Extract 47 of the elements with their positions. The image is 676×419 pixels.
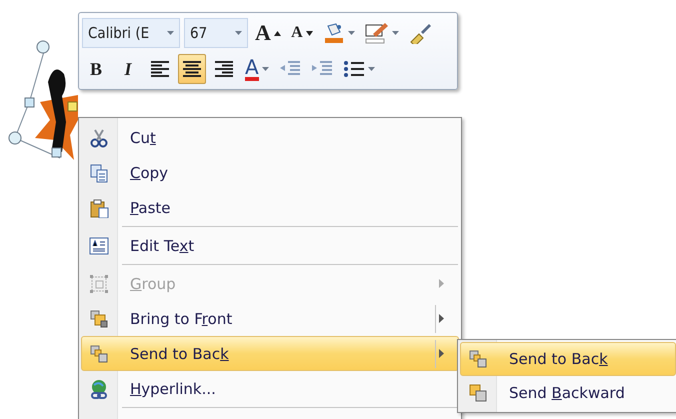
caret-icon	[274, 30, 281, 36]
menu-item[interactable]: Hyperlink...	[81, 371, 459, 409]
menu-item[interactable]: Copy	[81, 155, 459, 190]
dropdown-arrow-icon	[392, 31, 399, 35]
stacked-squares-icon	[468, 349, 488, 369]
increase-indent-icon	[310, 60, 333, 78]
align-center-icon	[182, 60, 202, 78]
align-left-icon	[150, 60, 170, 78]
dropdown-arrow-icon	[235, 31, 242, 35]
pencil-icon	[364, 22, 389, 44]
menu-item[interactable]: Send Backward	[460, 376, 676, 410]
stacked-squares-icon	[468, 383, 488, 403]
stacked-squares-icon	[89, 308, 109, 328]
paint-bucket-icon	[322, 22, 345, 44]
menu-item[interactable]: Cut	[81, 120, 459, 155]
menu-item[interactable]: Paste	[81, 190, 459, 228]
menu-item[interactable]: Bring to Front	[81, 301, 459, 336]
font-name-field[interactable]: Calibri (E	[82, 18, 180, 48]
caret-icon	[306, 30, 313, 36]
italic-button[interactable]: I	[114, 54, 142, 84]
submenu-arrow-icon	[439, 279, 444, 288]
text-box-icon	[89, 236, 109, 256]
dropdown-arrow-icon	[368, 67, 375, 71]
scissors-icon	[89, 128, 109, 148]
menu-item[interactable]: Send to Back	[460, 342, 676, 376]
shrink-font-button[interactable]: A	[288, 18, 316, 48]
menu-item[interactable]: Send to Back	[81, 336, 459, 371]
font-size-field[interactable]: 67	[184, 18, 248, 48]
submenu-arrow-icon	[439, 349, 444, 358]
globe-link-icon	[89, 378, 109, 398]
dropdown-arrow-icon	[167, 31, 174, 35]
stacked-squares-icon	[89, 344, 109, 364]
bullet-list-icon	[342, 60, 365, 78]
font-color-button[interactable]: A	[242, 54, 272, 84]
submenu-arrow-icon	[439, 314, 444, 323]
align-center-button[interactable]	[178, 54, 206, 84]
clipboard-icon	[89, 198, 109, 218]
menu-item[interactable]: Edit Text	[81, 228, 459, 266]
brush-icon	[408, 22, 431, 44]
copy-icon	[89, 162, 109, 182]
bold-button[interactable]: B	[82, 54, 110, 84]
decrease-indent-icon	[278, 60, 301, 78]
dropdown-arrow-icon	[262, 67, 269, 71]
grow-font-button[interactable]: A	[252, 18, 284, 48]
align-right-icon	[214, 60, 234, 78]
group-icon	[89, 274, 109, 294]
dropdown-arrow-icon	[348, 31, 355, 35]
